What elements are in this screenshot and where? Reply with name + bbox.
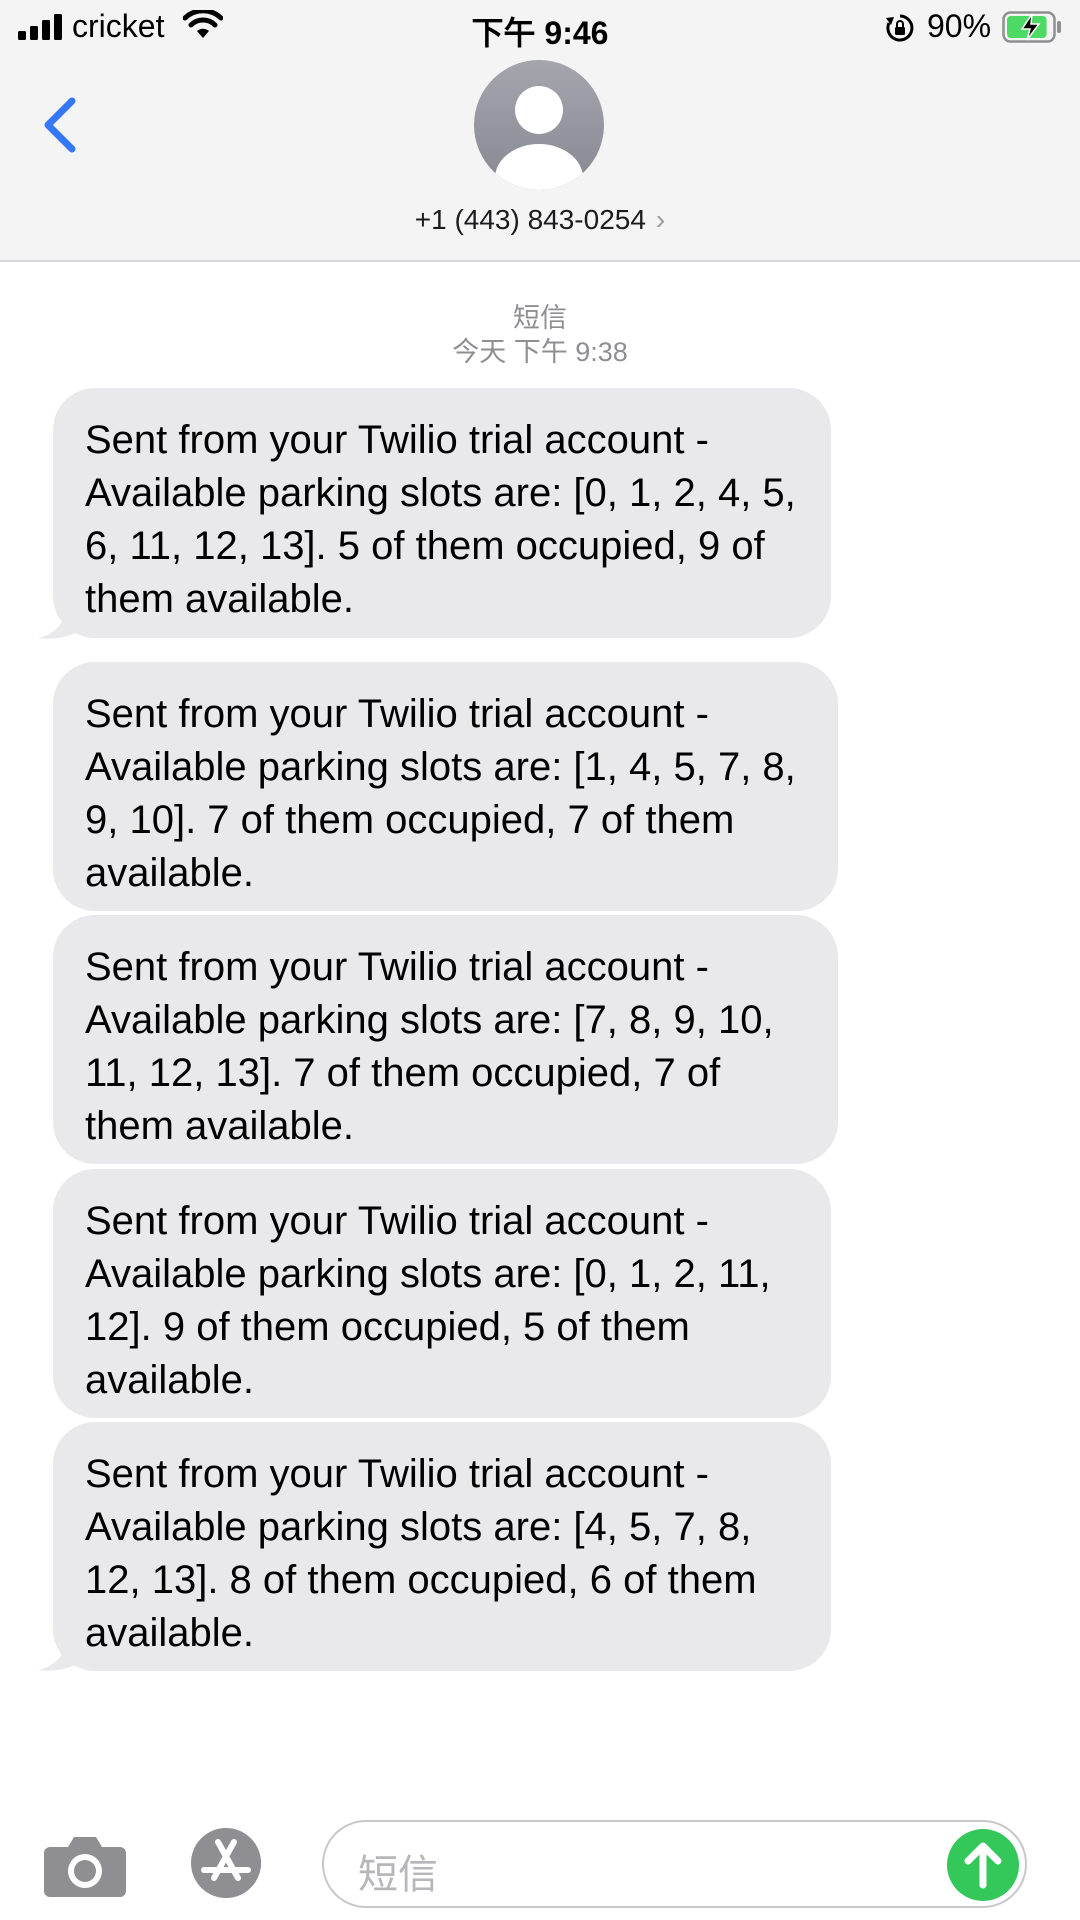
back-chevron-icon[interactable] [40,95,80,155]
contact-avatar-icon[interactable] [474,60,604,190]
incoming-message-bubble[interactable]: Sent from your Twilio trial account - Av… [53,662,838,911]
message-input-placeholder: 短信 [358,1853,438,1897]
incoming-message-bubble[interactable]: Sent from your Twilio trial account - Av… [53,915,838,1164]
app-store-icon[interactable] [182,1828,278,1898]
send-arrow-icon[interactable] [947,1829,1019,1901]
battery-charging-icon [1002,11,1061,43]
battery-percentage: 90% [927,8,992,44]
incoming-message-bubble[interactable]: Sent from your Twilio trial account - Av… [53,1422,831,1671]
rotation-lock-icon [886,14,914,42]
contact-number-text: +1 (443) 843-0254 [414,204,646,235]
incoming-message-bubble[interactable]: Sent from your Twilio trial account - Av… [53,1169,831,1418]
conversation-header: cricket 下午 9:46 90% +1 (443) 843-0254 › [0,0,1080,262]
message-timestamp: 今天 下午 9:38 [452,337,628,367]
status-bar: cricket 下午 9:46 90% [0,0,1080,56]
message-input-field[interactable]: 短信 [322,1820,1027,1908]
contact-phone-number[interactable]: +1 (443) 843-0254 › [0,204,1080,236]
status-time: 下午 9:46 [471,15,609,51]
camera-icon[interactable] [44,1833,126,1897]
chevron-right-icon: › [655,204,666,235]
incoming-message-bubble[interactable]: Sent from your Twilio trial account - Av… [53,388,831,638]
